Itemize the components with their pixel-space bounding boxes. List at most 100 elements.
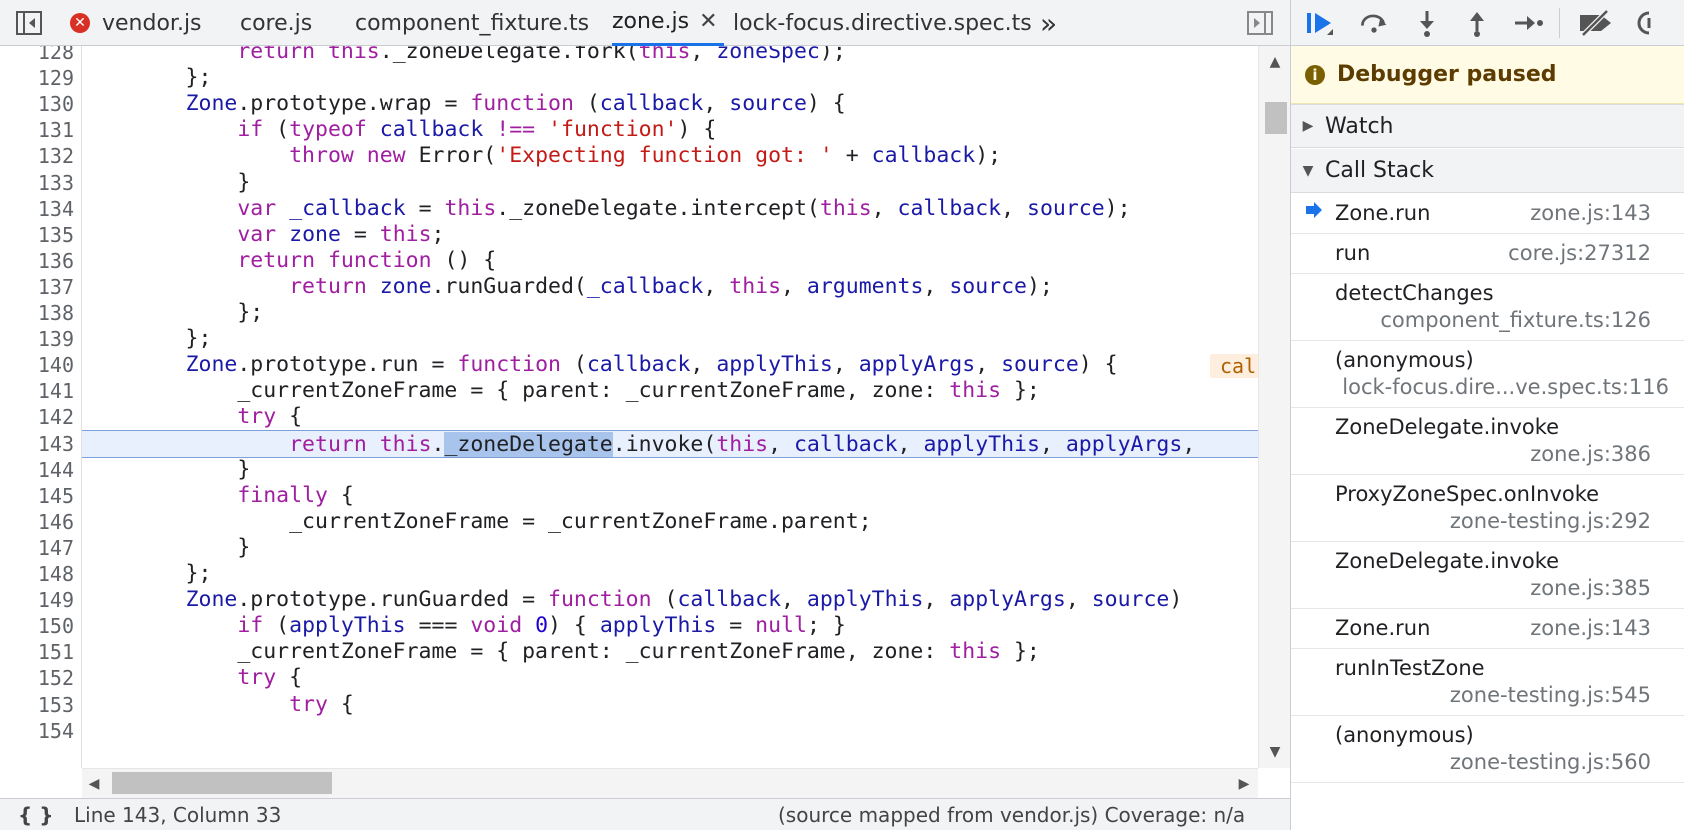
- line-number[interactable]: 134: [0, 195, 74, 223]
- code-line[interactable]: return this._zoneDelegate.fork(this, zon…: [82, 46, 1258, 66]
- step-over-button[interactable]: [1359, 8, 1389, 38]
- line-number[interactable]: 135: [0, 221, 74, 249]
- code-line[interactable]: return function () {: [82, 247, 1258, 275]
- code-line[interactable]: }: [82, 169, 1258, 197]
- scroll-right-icon[interactable]: ▶: [1232, 772, 1256, 796]
- watch-section-header[interactable]: ▶ Watch: [1291, 104, 1684, 148]
- current-execution-line[interactable]: return this._zoneDelegate.invoke(this, c…: [82, 429, 1258, 458]
- call-stack-frame[interactable]: runInTestZone zone-testing.js:545: [1291, 649, 1684, 716]
- line-number[interactable]: 133: [0, 169, 74, 197]
- scroll-left-icon[interactable]: ◀: [82, 772, 106, 796]
- frame-source-location[interactable]: zone-testing.js:560: [1450, 750, 1651, 774]
- vertical-scroll-thumb[interactable]: [1265, 102, 1287, 134]
- frame-source-location[interactable]: lock-focus.dire...ve.spec.ts:116: [1342, 375, 1669, 399]
- code-line[interactable]: }: [82, 456, 1258, 484]
- code-line[interactable]: };: [82, 560, 1258, 588]
- call-stack-frame[interactable]: (anonymous) lock-focus.dire...ve.spec.ts:…: [1291, 341, 1684, 408]
- call-stack-frame[interactable]: run core.js:27312: [1291, 234, 1684, 274]
- tab-component-fixture-ts[interactable]: component_fixture.ts: [355, 0, 589, 46]
- code-line[interactable]: throw new Error('Expecting function got:…: [82, 142, 1258, 170]
- tab-vendor-js[interactable]: ✕ vendor.js: [70, 0, 202, 46]
- frame-source-location[interactable]: zone.js:143: [1530, 201, 1651, 225]
- line-number[interactable]: 150: [0, 612, 74, 640]
- call-stack-frame[interactable]: Zone.run zone.js:143: [1291, 609, 1684, 649]
- tab-zone-js[interactable]: zone.js ✕: [612, 0, 724, 46]
- code-line[interactable]: if (typeof callback !== 'function') {: [82, 116, 1258, 144]
- line-number[interactable]: 138: [0, 299, 74, 327]
- line-number[interactable]: 132: [0, 142, 74, 170]
- step-out-button[interactable]: [1462, 8, 1492, 38]
- more-tabs-icon[interactable]: »: [1040, 0, 1057, 46]
- code-line[interactable]: return zone.runGuarded(_callback, this, …: [82, 273, 1258, 301]
- toggle-debugger-icon[interactable]: [1247, 10, 1273, 36]
- code-line[interactable]: [82, 717, 1258, 745]
- frame-source-location[interactable]: core.js:27312: [1508, 241, 1651, 265]
- call-stack-frame[interactable]: detectChanges component_fixture.ts:126: [1291, 274, 1684, 341]
- tab-lock-focus-spec[interactable]: lock-focus.directive.spec.ts: [733, 0, 1032, 46]
- step-button[interactable]: [1513, 8, 1543, 38]
- frame-source-location[interactable]: zone.js:385: [1530, 576, 1651, 600]
- line-number-gutter[interactable]: 128 129 130 131 132 133 134 135 136 137 138 139 140 1…: [0, 46, 82, 768]
- line-number[interactable]: 147: [0, 534, 74, 562]
- code-line[interactable]: Zone.prototype.runGuarded = function (ca…: [82, 586, 1258, 614]
- line-number[interactable]: 131: [0, 116, 74, 144]
- pretty-print-button[interactable]: { }: [18, 803, 53, 827]
- line-number[interactable]: 140: [0, 351, 74, 379]
- call-stack-frame[interactable]: (anonymous) zone-testing.js:560: [1291, 716, 1684, 783]
- call-stack-section-header[interactable]: ▼ Call Stack: [1291, 149, 1684, 193]
- code-line[interactable]: };: [82, 325, 1258, 353]
- line-number[interactable]: 139: [0, 325, 74, 353]
- code-line[interactable]: Zone.prototype.wrap = function (callback…: [82, 90, 1258, 118]
- line-number[interactable]: 128: [0, 46, 74, 66]
- code-line[interactable]: if (applyThis === void 0) { applyThis = …: [82, 612, 1258, 640]
- code-line[interactable]: _currentZoneFrame = { parent: _currentZo…: [82, 638, 1258, 666]
- line-number[interactable]: 146: [0, 508, 74, 536]
- code-line[interactable]: _currentZoneFrame = { parent: _currentZo…: [82, 377, 1258, 405]
- line-number[interactable]: 144: [0, 456, 74, 484]
- line-number[interactable]: 151: [0, 638, 74, 666]
- call-stack-frame[interactable]: Zone.run zone.js:143: [1291, 194, 1684, 234]
- call-stack-frame[interactable]: ZoneDelegate.invoke zone.js:386: [1291, 408, 1684, 475]
- tab-core-js[interactable]: core.js: [240, 0, 312, 46]
- line-number[interactable]: 136: [0, 247, 74, 275]
- line-number[interactable]: 153: [0, 691, 74, 719]
- toggle-navigator-icon[interactable]: [16, 10, 42, 36]
- frame-source-location[interactable]: zone-testing.js:292: [1450, 509, 1651, 533]
- horizontal-scrollbar[interactable]: ◀ ▶: [82, 768, 1258, 798]
- line-number[interactable]: 145: [0, 482, 74, 510]
- frame-source-location[interactable]: zone.js:386: [1530, 442, 1651, 466]
- line-number[interactable]: 141: [0, 377, 74, 405]
- scroll-up-icon[interactable]: ▲: [1259, 50, 1290, 74]
- code-line[interactable]: Zone.prototype.run = function (callback,…: [82, 351, 1258, 379]
- code-line[interactable]: };: [82, 299, 1258, 327]
- code-line[interactable]: try {: [82, 691, 1258, 719]
- code-editor[interactable]: 128 129 130 131 132 133 134 135 136 137 138 139 140 1…: [0, 46, 1290, 768]
- line-number[interactable]: 142: [0, 403, 74, 431]
- line-number[interactable]: 149: [0, 586, 74, 614]
- code-line[interactable]: }: [82, 534, 1258, 562]
- code-line[interactable]: try {: [82, 664, 1258, 692]
- code-line[interactable]: var zone = this;: [82, 221, 1258, 249]
- call-stack-frame[interactable]: ZoneDelegate.invoke zone.js:385: [1291, 542, 1684, 609]
- code-line[interactable]: _currentZoneFrame = _currentZoneFrame.pa…: [82, 508, 1258, 536]
- line-number[interactable]: 129: [0, 64, 74, 92]
- line-number[interactable]: 137: [0, 273, 74, 301]
- line-number[interactable]: 154: [0, 717, 74, 745]
- line-number[interactable]: 152: [0, 664, 74, 692]
- code-line[interactable]: finally {: [82, 482, 1258, 510]
- frame-source-location[interactable]: zone.js:143: [1530, 616, 1651, 640]
- step-into-button[interactable]: [1412, 8, 1442, 38]
- resume-button[interactable]: [1305, 8, 1335, 38]
- pause-on-exceptions-button[interactable]: [1637, 8, 1677, 38]
- line-number[interactable]: 143: [0, 430, 74, 458]
- vertical-scrollbar[interactable]: ▲ ▼: [1258, 46, 1290, 768]
- deactivate-breakpoints-button[interactable]: [1577, 8, 1617, 38]
- inline-value-badge[interactable]: cal: [1210, 354, 1258, 379]
- frame-source-location[interactable]: component_fixture.ts:126: [1380, 308, 1651, 332]
- code-line[interactable]: var _callback = this._zoneDelegate.inter…: [82, 195, 1258, 223]
- frame-source-location[interactable]: zone-testing.js:545: [1450, 683, 1651, 707]
- call-stack-frame[interactable]: ProxyZoneSpec.onInvoke zone-testing.js:29…: [1291, 475, 1684, 542]
- close-tab-icon[interactable]: ✕: [699, 9, 717, 34]
- line-number[interactable]: 130: [0, 90, 74, 118]
- code-lines[interactable]: return this._zoneDelegate.fork(this, zon…: [82, 46, 1258, 768]
